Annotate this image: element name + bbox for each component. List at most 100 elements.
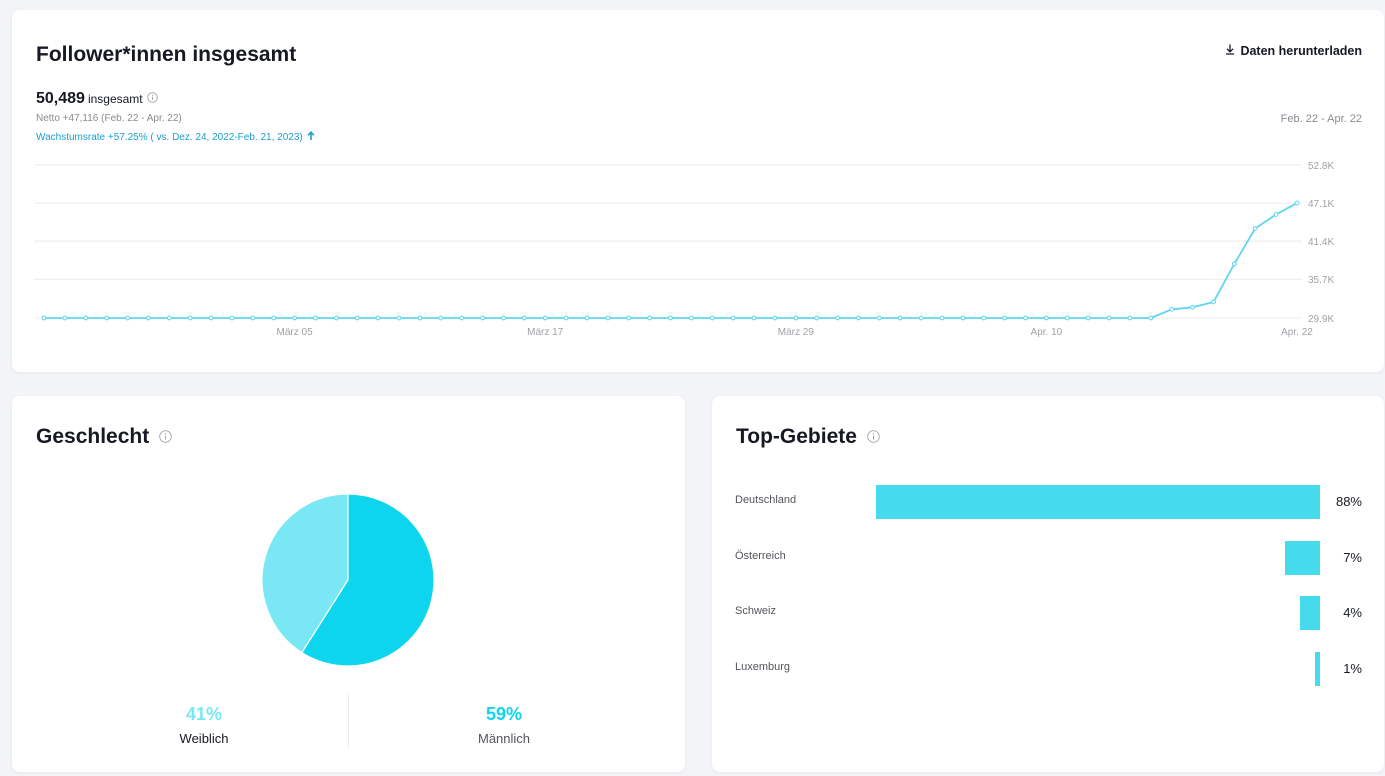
data-point[interactable] (438, 315, 444, 321)
data-point[interactable] (1044, 315, 1049, 321)
data-point[interactable] (521, 315, 527, 321)
data-point[interactable] (563, 315, 569, 321)
data-point[interactable] (626, 315, 632, 321)
data-point[interactable] (709, 315, 715, 321)
data-point[interactable] (688, 315, 694, 321)
data-point[interactable] (772, 315, 778, 321)
data-point[interactable] (751, 315, 757, 321)
regions-title-wrap: Top-Gebiete (736, 425, 880, 449)
data-point[interactable] (876, 315, 882, 321)
y-tick-label: 41.4K (1308, 237, 1334, 248)
x-tick-label: März 05 (277, 327, 314, 338)
data-point[interactable] (856, 315, 861, 321)
data-point[interactable] (1148, 315, 1154, 321)
region-row: Österreich 7% (712, 541, 1384, 575)
data-point[interactable] (104, 315, 110, 321)
data-point[interactable] (1231, 261, 1237, 267)
data-point[interactable] (793, 315, 799, 321)
x-tick-label: Apr. 10 (1031, 327, 1063, 338)
regions-card: Top-Gebiete Deutschland 88% Österreich 7… (712, 396, 1384, 772)
info-icon[interactable] (867, 425, 880, 449)
data-point[interactable] (814, 315, 820, 321)
data-point[interactable] (354, 315, 360, 321)
data-point[interactable] (897, 315, 903, 321)
x-tick-label: März 17 (527, 327, 564, 338)
download-icon (1225, 44, 1235, 58)
data-point[interactable] (62, 315, 68, 321)
data-point[interactable] (501, 315, 506, 321)
data-point[interactable] (187, 315, 193, 321)
region-name: Deutschland (735, 494, 797, 506)
y-tick-label: 29.9K (1308, 314, 1334, 325)
data-point[interactable] (375, 315, 381, 321)
region-bar (1284, 541, 1320, 575)
region-row: Deutschland 88% (712, 485, 1384, 519)
data-point[interactable] (1127, 315, 1133, 321)
region-bar (876, 485, 1320, 519)
data-point[interactable] (459, 315, 465, 321)
data-point[interactable] (1190, 304, 1195, 310)
data-point[interactable] (271, 315, 277, 321)
data-point[interactable] (83, 315, 89, 321)
data-point[interactable] (605, 315, 611, 321)
data-point[interactable] (981, 315, 987, 321)
region-name: Schweiz (735, 605, 776, 617)
y-tick-label: 47.1K (1308, 199, 1334, 210)
data-point[interactable] (396, 315, 402, 321)
region-bar (1314, 652, 1320, 686)
region-name: Luxemburg (735, 661, 791, 673)
data-point[interactable] (292, 315, 298, 321)
data-point[interactable] (1252, 226, 1258, 231)
data-point[interactable] (1169, 306, 1175, 312)
data-point[interactable] (146, 315, 151, 321)
female-label: Weiblich (179, 731, 229, 746)
data-point[interactable] (250, 315, 256, 321)
data-point[interactable] (125, 315, 130, 321)
gender-stats: 41% Weiblich 59% Männlich (12, 693, 685, 756)
data-point[interactable] (1085, 315, 1091, 321)
data-point[interactable] (730, 315, 736, 321)
data-point[interactable] (1211, 299, 1216, 305)
data-point[interactable] (1273, 212, 1279, 217)
data-point[interactable] (417, 315, 423, 321)
data-point[interactable] (542, 315, 548, 321)
total-followers: 50,489 insgesamt (36, 90, 158, 108)
data-point[interactable] (229, 315, 235, 321)
data-point[interactable] (1106, 315, 1112, 321)
data-point[interactable] (939, 315, 945, 321)
region-percent: 1% (1343, 661, 1362, 676)
data-point[interactable] (208, 315, 214, 321)
data-point[interactable] (1002, 315, 1008, 321)
data-point[interactable] (647, 315, 653, 321)
gender-divider (348, 693, 349, 749)
data-point[interactable] (1023, 315, 1028, 321)
data-point[interactable] (313, 315, 318, 321)
data-point[interactable] (918, 315, 924, 321)
series-line (44, 202, 1298, 319)
arrow-up-icon (307, 131, 315, 144)
gender-card: Geschlecht 41% Weiblich 59% Männlich (12, 396, 685, 772)
data-point[interactable] (1294, 200, 1300, 206)
region-row: Schweiz 4% (712, 596, 1384, 630)
download-data-button[interactable]: Daten herunterladen (1225, 44, 1362, 58)
growth-rate: Wachstumsrate +57.25% ( vs. Dez. 24, 202… (36, 131, 315, 144)
region-percent: 88% (1335, 494, 1362, 509)
regions-title: Top-Gebiete (736, 425, 857, 448)
region-bar (1299, 596, 1320, 630)
data-point[interactable] (960, 315, 966, 321)
followers-card: 52.8K 47.1K 41.4K 35.7K 29.9K März 05 März 17 M… (12, 10, 1384, 372)
data-point[interactable] (333, 315, 339, 321)
data-point[interactable] (166, 315, 172, 321)
net-change-text: Netto +47,116 (Feb. 22 - Apr. 22) (36, 113, 182, 124)
region-percent: 4% (1343, 605, 1362, 620)
data-point[interactable] (668, 315, 673, 321)
female-stat: 41% Weiblich (104, 704, 304, 746)
data-point[interactable] (584, 315, 590, 321)
y-tick-label: 35.7K (1308, 275, 1334, 286)
data-point[interactable] (41, 315, 47, 321)
data-point[interactable] (835, 315, 840, 321)
followers-title: Follower*innen insgesamt (36, 43, 297, 66)
info-icon[interactable] (146, 90, 158, 108)
data-point[interactable] (1064, 315, 1070, 321)
data-point[interactable] (480, 315, 485, 321)
